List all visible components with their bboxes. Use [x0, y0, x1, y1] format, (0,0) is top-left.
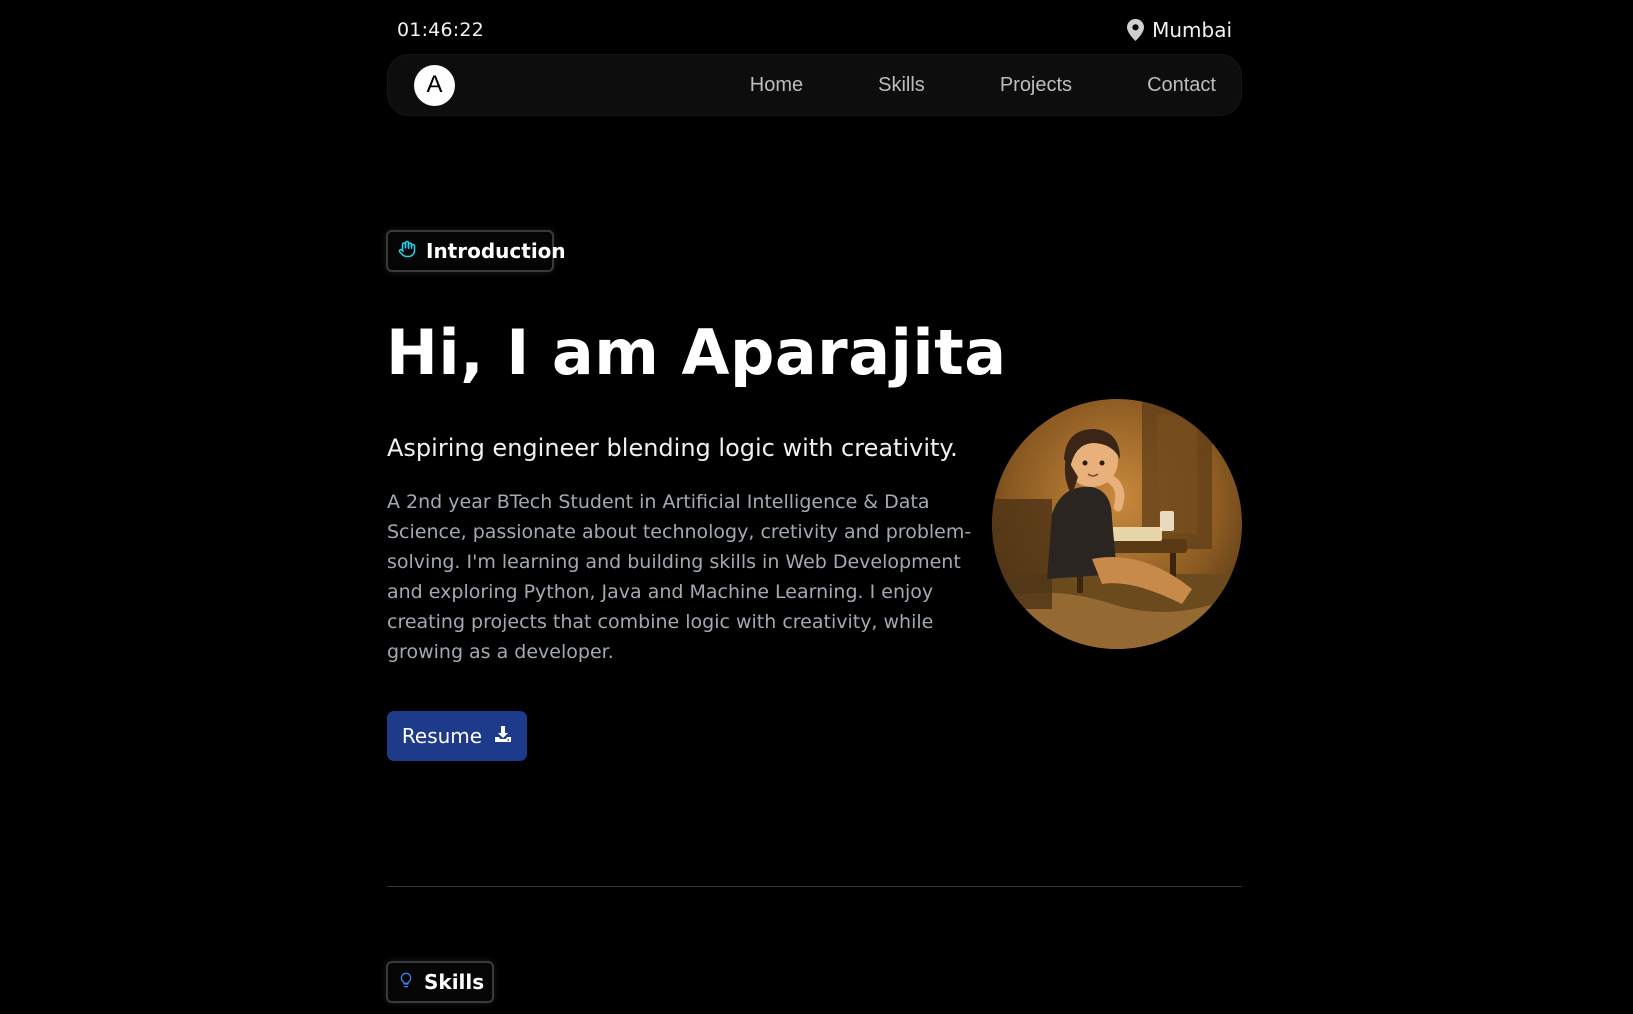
nav-links: Home Skills Projects Contact	[750, 74, 1216, 97]
portfolio-page: 01:46:22 Mumbai A Home Skills Projects C…	[0, 0, 1633, 1014]
download-icon	[494, 724, 512, 748]
lightbulb-icon	[398, 970, 414, 994]
site-logo[interactable]: A	[414, 64, 455, 106]
introduction-badge-label: Introduction	[426, 239, 566, 263]
hero-description: A 2nd year BTech Student in Artificial I…	[387, 491, 972, 663]
resume-download-button[interactable]: Resume	[387, 711, 527, 761]
skills-badge-label: Skills	[424, 970, 485, 994]
nav-link-home[interactable]: Home	[750, 74, 803, 97]
hand-wave-icon	[398, 239, 416, 263]
hero-title: Hi, I am Aparajita	[386, 316, 1007, 389]
map-pin-icon	[1127, 19, 1145, 41]
profile-avatar	[992, 399, 1242, 649]
clock-time: 01:46:22	[397, 19, 484, 41]
hero-subtitle: Aspiring engineer blending logic with cr…	[387, 434, 958, 462]
top-status-bar: 01:46:22 Mumbai	[387, 16, 1242, 44]
location-label: Mumbai	[1152, 18, 1232, 42]
introduction-badge: Introduction	[386, 230, 566, 272]
skills-badge: Skills	[386, 961, 494, 1003]
location-indicator: Mumbai	[1127, 18, 1232, 42]
nav-link-contact[interactable]: Contact	[1147, 74, 1216, 97]
main-navbar: A Home Skills Projects Contact	[387, 54, 1242, 116]
nav-link-projects[interactable]: Projects	[1000, 74, 1072, 97]
resume-button-label: Resume	[401, 724, 483, 748]
section-divider	[387, 886, 1242, 887]
nav-link-skills[interactable]: Skills	[878, 74, 925, 97]
